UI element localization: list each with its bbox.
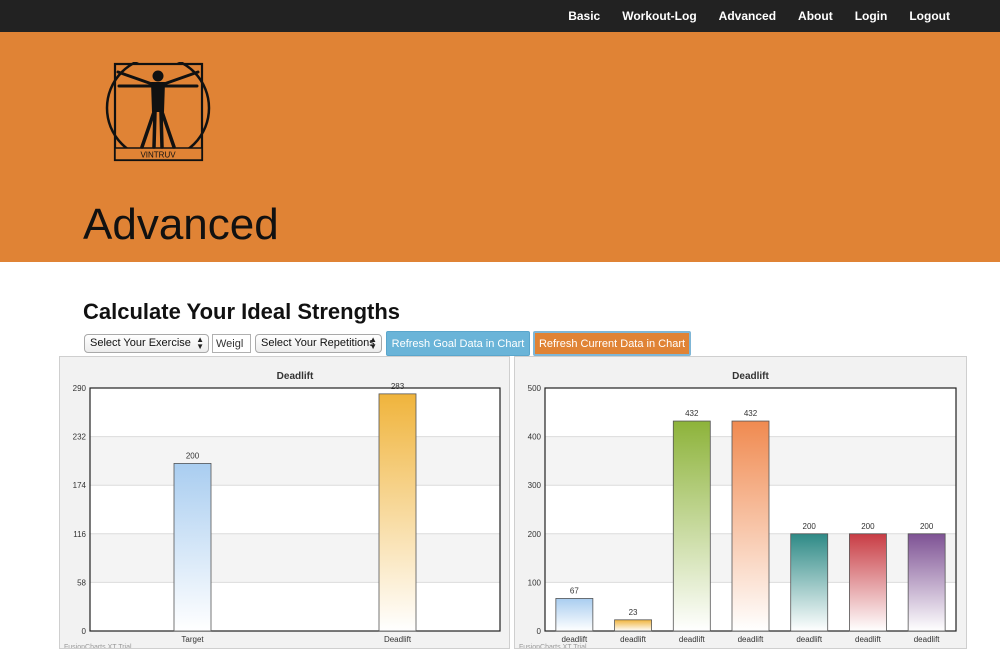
y-tick-label: 290: [73, 384, 87, 393]
refresh-current-button[interactable]: Refresh Current Data in Chart: [533, 331, 691, 356]
bar-value-label: 200: [861, 522, 875, 531]
y-tick-label: 116: [73, 530, 86, 539]
chart-title: Deadlift: [732, 371, 769, 382]
bar-chart-1: 0 100 200 300 400 500 Deadlift 67 deadlift 23 dead…: [519, 371, 957, 649]
goal-chart-panel: 0 58 116 174 232 290 Deadlift 200 Target 283 Deadl…: [59, 356, 510, 649]
repetitions-select-value: Select Your Repetitions: [261, 337, 375, 349]
chart-title: Deadlift: [277, 371, 314, 382]
bar: [672, 420, 711, 632]
plot-band: [90, 436, 500, 486]
weight-input[interactable]: [212, 334, 251, 353]
bar: [614, 619, 652, 632]
current-chart-panel: 0 100 200 300 400 500 Deadlift 67 deadlift 23 dead…: [514, 356, 967, 649]
x-category-label: deadlift: [738, 635, 765, 644]
bar: [731, 420, 770, 632]
y-tick-label: 300: [528, 481, 542, 490]
y-tick-label: 58: [77, 578, 86, 587]
select-arrows-icon: ▲ ▼: [369, 335, 377, 351]
nav-workout-log[interactable]: Workout-Log: [622, 9, 696, 23]
bar-value-label: 200: [803, 522, 817, 531]
x-category-label: deadlift: [855, 635, 882, 644]
logo-text: VINTRUV: [140, 151, 176, 160]
nav-basic[interactable]: Basic: [568, 9, 600, 23]
bar: [173, 463, 212, 632]
section-title: Calculate Your Ideal Strengths: [83, 299, 401, 324]
nav-advanced[interactable]: Advanced: [719, 9, 776, 23]
x-category-label: Deadlift: [384, 635, 412, 644]
y-tick-label: 100: [528, 578, 542, 587]
y-tick-label: 0: [82, 627, 87, 636]
bar-chart-0: 0 58 116 174 232 290 Deadlift 200 Target 283 Deadl…: [64, 371, 501, 649]
bar: [378, 393, 417, 632]
bar-value-label: 283: [391, 382, 405, 391]
watermark: FusionCharts XT Trial: [64, 644, 132, 649]
plot-band: [90, 533, 500, 583]
select-arrows-icon: ▲ ▼: [196, 335, 204, 351]
watermark: FusionCharts XT Trial: [519, 644, 587, 649]
bar: [849, 533, 887, 632]
navbar: Basic Workout-Log Advanced About Login L…: [0, 0, 1000, 32]
exercise-select-value: Select Your Exercise: [90, 337, 191, 349]
nav-links: Basic Workout-Log Advanced About Login L…: [546, 0, 950, 32]
bar-value-label: 432: [685, 409, 699, 418]
bar-value-label: 23: [629, 608, 638, 617]
nav-about[interactable]: About: [798, 9, 833, 23]
exercise-select[interactable]: Select Your Exercise ▲ ▼: [84, 334, 209, 353]
x-category-label: deadlift: [620, 635, 647, 644]
nav-login[interactable]: Login: [855, 9, 888, 23]
y-tick-label: 200: [528, 530, 542, 539]
x-category-label: deadlift: [796, 635, 823, 644]
vitruvian-logo[interactable]: VINTRUV: [104, 62, 214, 166]
page-title: Advanced: [83, 200, 279, 249]
y-tick-label: 232: [73, 433, 87, 442]
plot-area: [90, 388, 500, 631]
hero-banner: VINTRUV Advanced: [0, 32, 1000, 262]
repetitions-select[interactable]: Select Your Repetitions ▲ ▼: [255, 334, 382, 353]
bar-value-label: 200: [186, 451, 200, 460]
x-category-label: deadlift: [679, 635, 706, 644]
nav-logout[interactable]: Logout: [909, 9, 950, 23]
bar-value-label: 432: [744, 409, 758, 418]
bar-value-label: 67: [570, 586, 579, 595]
y-tick-label: 0: [537, 627, 542, 636]
bar: [790, 533, 829, 632]
refresh-goal-button[interactable]: Refresh Goal Data in Chart: [386, 331, 530, 356]
y-tick-label: 174: [73, 481, 87, 490]
bar: [555, 598, 594, 632]
bar: [907, 533, 946, 632]
bar-value-label: 200: [920, 522, 934, 531]
x-category-label: deadlift: [561, 635, 588, 644]
y-tick-label: 400: [528, 433, 542, 442]
y-tick-label: 500: [528, 384, 542, 393]
x-category-label: deadlift: [914, 635, 941, 644]
x-category-label: Target: [181, 635, 204, 644]
